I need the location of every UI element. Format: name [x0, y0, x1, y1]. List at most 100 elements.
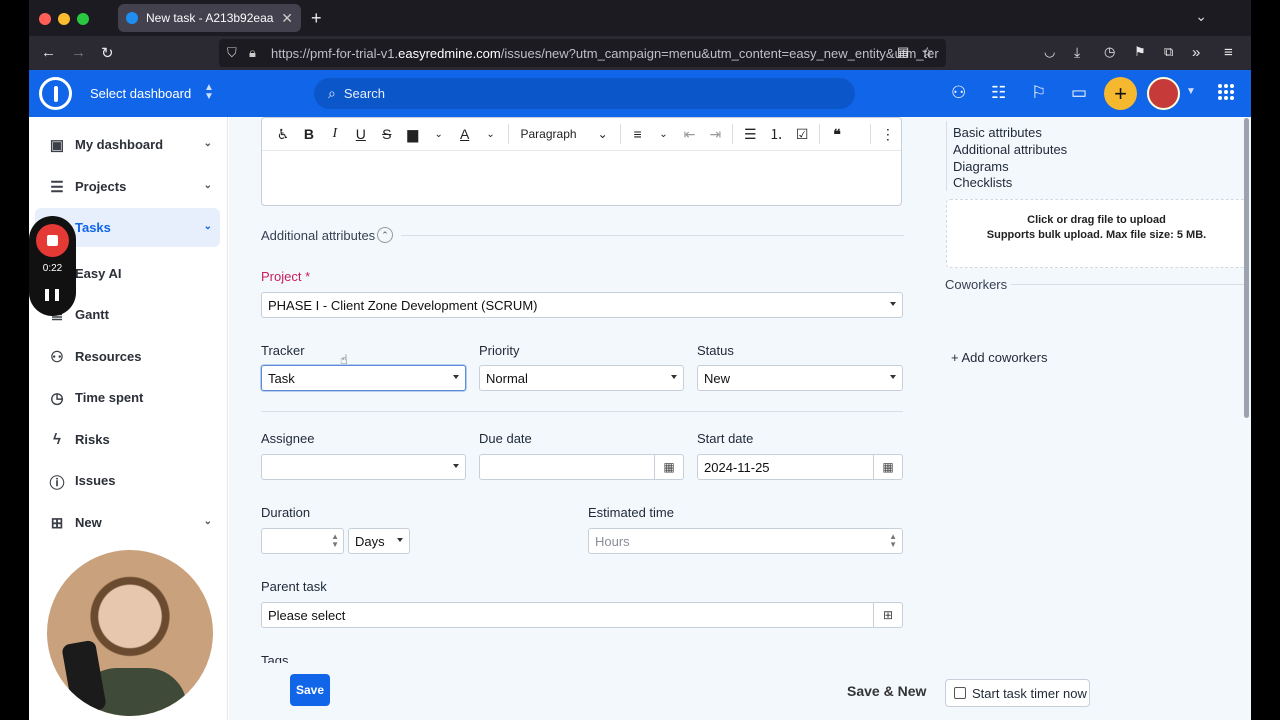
flag-icon[interactable]: ⚐: [1031, 83, 1046, 103]
highlight-icon[interactable]: ▆: [400, 126, 426, 143]
status-label: Status: [697, 343, 734, 358]
logo-icon[interactable]: [39, 77, 72, 110]
font-color-icon[interactable]: A: [452, 126, 478, 142]
apps-grid-icon[interactable]: [1218, 84, 1234, 100]
tab-list-chevron-icon[interactable]: ⌄: [1195, 8, 1207, 25]
file-upload-dropzone[interactable]: Click or drag file to upload Supports bu…: [946, 199, 1247, 268]
more-options-icon[interactable]: ⋮: [875, 126, 901, 143]
task-list-icon[interactable]: ☷: [991, 83, 1006, 103]
duration-unit-select[interactable]: Days: [348, 528, 410, 554]
new-tab-icon[interactable]: +: [311, 8, 322, 29]
sidebar-item-risks[interactable]: ϟ Risks: [35, 420, 220, 459]
accessibility-icon[interactable]: ♿︎: [270, 126, 296, 143]
outdent-icon[interactable]: ⇤: [676, 126, 702, 143]
tracker-select[interactable]: Task: [261, 365, 466, 391]
chevron-down-icon[interactable]: ⌄: [204, 180, 212, 191]
save-and-new-button[interactable]: Save & New: [847, 683, 926, 699]
forward-icon[interactable]: →: [71, 44, 86, 61]
chevron-down-icon[interactable]: ▼: [1186, 86, 1196, 97]
priority-select[interactable]: Normal: [479, 365, 684, 391]
clock-icon: ◷: [50, 390, 64, 407]
minimize-window-icon[interactable]: [58, 13, 70, 25]
chevron-up-icon[interactable]: ⌃: [377, 227, 393, 243]
calendar-icon[interactable]: ▦: [654, 455, 683, 479]
close-window-icon[interactable]: [39, 13, 51, 25]
save-button[interactable]: Save: [290, 674, 330, 706]
additional-attributes-toggle[interactable]: Additional attributes: [261, 228, 375, 243]
sidebar-item-projects[interactable]: ☰ Projects ⌄: [35, 167, 220, 206]
overflow-icon[interactable]: »: [1192, 44, 1200, 61]
anchor-diagrams[interactable]: Diagrams: [953, 159, 1009, 174]
chevron-down-icon[interactable]: ⌄: [478, 129, 504, 140]
user-icon[interactable]: ⚇: [951, 83, 966, 103]
chevron-down-icon[interactable]: ⌄: [651, 129, 677, 140]
add-new-button[interactable]: +: [1104, 77, 1137, 110]
align-icon[interactable]: ≡: [625, 126, 651, 142]
sidebar-item-time-spent[interactable]: ◷ Time spent: [35, 378, 220, 417]
stepper-icon[interactable]: ▲ ▼: [889, 533, 897, 549]
assignee-select[interactable]: [261, 454, 466, 480]
dashboard-switch-icon[interactable]: ▲ ▼: [204, 83, 214, 102]
app-header: Select dashboard ▲ ▼ ⌕ Search ⚇ ☷ ⚐ ▭ + ▼: [29, 70, 1251, 117]
back-icon[interactable]: ←: [41, 44, 56, 61]
estimated-time-input[interactable]: Hours ▲ ▼: [588, 528, 903, 554]
projects-icon: ☰: [50, 179, 64, 196]
download-icon[interactable]: ⤓: [1074, 44, 1080, 61]
calendar-icon[interactable]: ▦: [873, 455, 902, 479]
url-bar[interactable]: ⛉ 🔒︎ https://pmf-for-trial-v1. easyredmin…: [219, 39, 946, 67]
chevron-down-icon[interactable]: ⌄: [204, 221, 212, 232]
due-date-input[interactable]: ▦: [479, 454, 684, 480]
sidebar-item-my-dashboard[interactable]: ▣ My dashboard ⌄: [35, 125, 220, 164]
sidebar-item-issues[interactable]: ⓘ Issues: [35, 461, 220, 500]
project-select[interactable]: PHASE I - Client Zone Development (SCRUM…: [261, 292, 903, 318]
scrollbar[interactable]: [1244, 118, 1249, 418]
pause-icon[interactable]: [45, 289, 59, 301]
anchor-checklists[interactable]: Checklists: [953, 175, 1012, 190]
pocket-icon[interactable]: ◡: [1044, 44, 1055, 60]
avatar[interactable]: [1147, 77, 1180, 110]
stop-recording-button[interactable]: [36, 224, 69, 257]
indent-icon[interactable]: ⇥: [702, 126, 728, 143]
blockquote-icon[interactable]: ❝: [824, 126, 850, 143]
bulleted-list-icon[interactable]: ☰: [737, 126, 763, 143]
anchor-basic-attributes[interactable]: Basic attributes: [953, 125, 1042, 140]
maximize-window-icon[interactable]: [77, 13, 89, 25]
extension-flag-icon[interactable]: ⚑: [1134, 44, 1146, 60]
chevron-down-icon[interactable]: ⌄: [426, 129, 452, 140]
status-select[interactable]: New: [697, 365, 903, 391]
duration-input[interactable]: ▲ ▼: [261, 528, 344, 554]
select-dashboard[interactable]: Select dashboard: [90, 86, 191, 101]
todo-list-icon[interactable]: ☑: [789, 126, 815, 143]
reader-icon[interactable]: ▤: [897, 44, 909, 60]
add-parent-icon[interactable]: ⊞: [873, 603, 902, 627]
checkbox-icon[interactable]: [954, 687, 966, 699]
chevron-down-icon[interactable]: ⌄: [204, 138, 212, 149]
browser-tab[interactable]: New task - A213b92eaa ✕: [118, 4, 301, 32]
calendar-icon[interactable]: ▭: [1071, 83, 1087, 103]
chevron-down-icon[interactable]: ⌄: [204, 516, 212, 527]
reload-icon[interactable]: ↻: [101, 44, 114, 62]
sidebar-item-resources[interactable]: ⚇ Resources: [35, 337, 220, 376]
clock-extension-icon[interactable]: ◷: [1104, 44, 1115, 60]
start-date-input[interactable]: 2024-11-25 ▦: [697, 454, 903, 480]
paragraph-format-select[interactable]: Paragraph ⌄: [513, 127, 616, 141]
bookmark-star-icon[interactable]: ☆: [921, 44, 934, 61]
strikethrough-icon[interactable]: S: [374, 126, 400, 142]
anchor-additional-attributes[interactable]: Additional attributes: [953, 142, 1067, 157]
add-coworkers-link[interactable]: + Add coworkers: [951, 350, 1047, 365]
sidebar-item-new[interactable]: ⊞ New ⌄: [35, 503, 220, 542]
menu-icon[interactable]: ≡: [1224, 44, 1233, 61]
extensions-icon[interactable]: ⧉: [1164, 44, 1173, 60]
start-timer-checkbox[interactable]: Start task timer now: [945, 679, 1090, 707]
search-placeholder: Search: [343, 86, 386, 101]
stepper-icon[interactable]: ▲ ▼: [331, 533, 339, 549]
parent-task-select[interactable]: Please select ⊞: [261, 602, 903, 628]
underline-icon[interactable]: U: [348, 126, 374, 142]
close-tab-icon[interactable]: ✕: [281, 10, 293, 27]
numbered-list-icon[interactable]: ⒈: [763, 124, 789, 144]
dashboard-icon: ▣: [49, 137, 65, 154]
search-input[interactable]: ⌕ Search: [314, 78, 855, 109]
bold-icon[interactable]: B: [296, 126, 322, 142]
description-editor[interactable]: ♿︎ B I U S ▆ ⌄ A ⌄ Paragraph ⌄ ≡ ⌄ ⇤ ⇥ ☰ …: [261, 117, 902, 206]
italic-icon[interactable]: I: [322, 126, 348, 142]
